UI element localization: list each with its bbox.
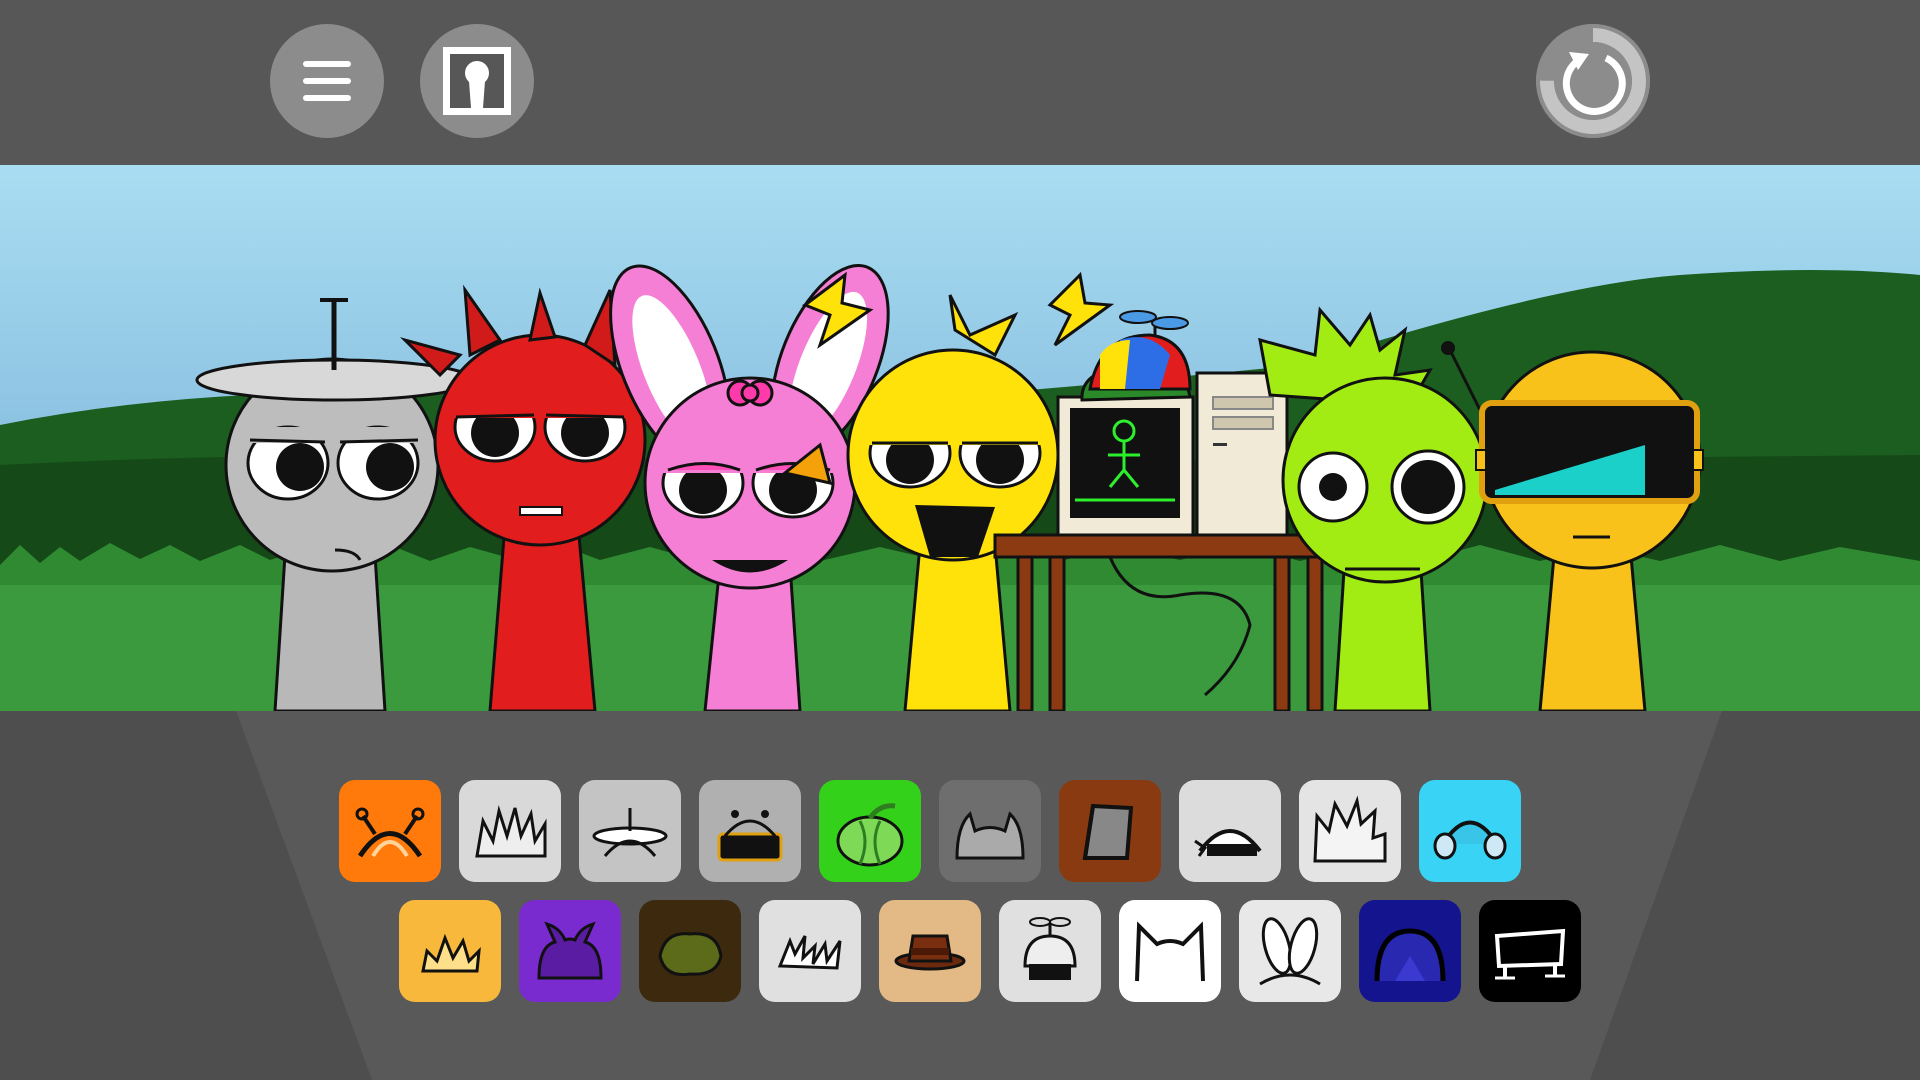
palette-item-white-headband[interactable] — [1179, 780, 1281, 882]
palette-item-green-pumpkin[interactable] — [819, 780, 921, 882]
green-pumpkin-icon — [836, 803, 904, 867]
palette-item-gray-visor[interactable] — [699, 780, 801, 882]
palette-item-white-spiky-hair[interactable] — [459, 780, 561, 882]
palette-item-gray-dish[interactable] — [579, 780, 681, 882]
top-bar — [0, 0, 1920, 165]
reset-arrow-icon — [1536, 24, 1650, 138]
portrait-frame-icon — [443, 47, 511, 115]
navy-dome-icon — [1374, 928, 1446, 982]
propeller-cap-icon — [1023, 917, 1077, 980]
palette-item-brown-bucket[interactable] — [1059, 780, 1161, 882]
gray-visor-icon — [717, 810, 783, 862]
white-headband-icon — [1194, 829, 1262, 857]
menu-button[interactable] — [270, 24, 384, 138]
purple-horns-icon — [537, 921, 603, 980]
gray-dish-icon — [592, 808, 668, 857]
palette-item-navy-dome[interactable] — [1359, 900, 1461, 1002]
bunny-ears-icon — [1259, 917, 1321, 986]
orange-antenna-icon — [355, 807, 425, 858]
game-screen — [0, 0, 1920, 1080]
palette-item-tan-hat[interactable] — [879, 900, 981, 1002]
tan-hat-icon — [894, 934, 966, 971]
black-frame-icon — [1494, 928, 1566, 980]
palette-panel-bg — [0, 711, 1920, 1080]
palette-item-propeller-cap[interactable] — [999, 900, 1101, 1002]
photo-mode-button[interactable] — [420, 24, 534, 138]
palette-row-2 — [399, 900, 1581, 1002]
brown-bucket-icon — [1082, 803, 1134, 860]
palette-item-white-spikes[interactable] — [1299, 780, 1401, 882]
palette-item-white-lightning[interactable] — [759, 900, 861, 1002]
sound-palette — [0, 711, 1920, 1080]
cyan-headphones-icon — [1433, 820, 1507, 860]
sun-crown-icon — [421, 933, 481, 973]
stage-scene — [0, 165, 1920, 711]
reset-button[interactable] — [1536, 24, 1650, 138]
gray-cat-ears-icon — [955, 811, 1025, 860]
palette-item-bunny-ears[interactable] — [1239, 900, 1341, 1002]
palette-item-sun-crown[interactable] — [399, 900, 501, 1002]
palette-item-cyan-headphones[interactable] — [1419, 780, 1521, 882]
white-spiky-hair-icon — [475, 805, 547, 858]
white-spikes-icon — [1313, 795, 1387, 863]
white-lightning-icon — [777, 935, 842, 970]
palette-item-white-cat-ears[interactable] — [1119, 900, 1221, 1002]
character-stage — [0, 165, 1920, 711]
palette-item-dark-moss[interactable] — [639, 900, 741, 1002]
hamburger-menu-icon — [303, 61, 351, 101]
palette-item-orange-antenna[interactable] — [339, 780, 441, 882]
white-cat-ears-icon — [1135, 921, 1205, 982]
palette-item-purple-horns[interactable] — [519, 900, 621, 1002]
dark-moss-icon — [658, 932, 723, 977]
palette-item-gray-cat-ears[interactable] — [939, 780, 1041, 882]
palette-row-1 — [339, 780, 1521, 882]
palette-item-black-frame[interactable] — [1479, 900, 1581, 1002]
